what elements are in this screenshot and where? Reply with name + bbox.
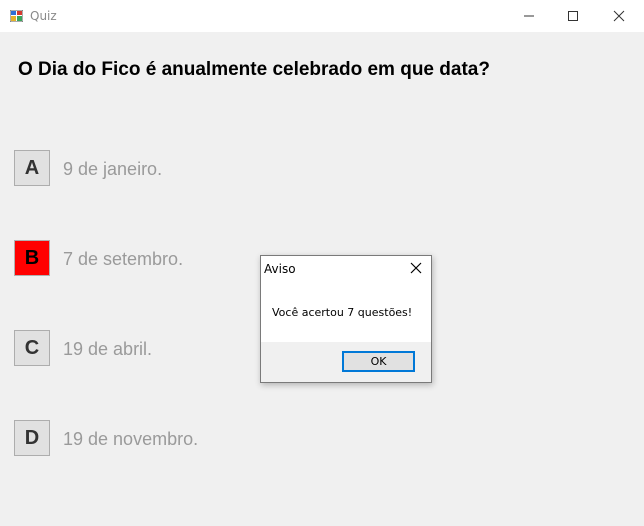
option-a-text: 9 de janeiro.: [63, 159, 163, 179]
dialog-message: Você acertou 7 questões!: [272, 306, 413, 319]
close-icon: [410, 262, 422, 274]
message-dialog: Aviso Você acertou 7 questões! OK: [260, 255, 432, 383]
question-text: O Dia do Fico é anualmente celebrado em …: [18, 59, 490, 80]
window-title: Quiz: [30, 9, 57, 23]
option-a-button[interactable]: A: [14, 150, 50, 186]
option-d-button[interactable]: D: [14, 420, 50, 456]
close-icon: [613, 10, 625, 22]
ok-button[interactable]: OK: [342, 351, 415, 372]
minimize-icon: [524, 15, 534, 17]
maximize-icon: [568, 11, 578, 21]
option-c-button[interactable]: C: [14, 330, 50, 366]
option-d-text: 19 de novembro.: [63, 429, 199, 449]
dialog-footer: OK: [261, 342, 431, 382]
option-b-button[interactable]: B: [14, 240, 50, 276]
minimize-button[interactable]: [506, 0, 552, 32]
option-b-text: 7 de setembro.: [63, 249, 184, 269]
title-bar: Quiz: [0, 0, 644, 32]
app-icon: [10, 10, 23, 22]
dialog-close-button[interactable]: [407, 259, 425, 277]
maximize-button[interactable]: [550, 0, 596, 32]
close-button[interactable]: [596, 0, 642, 32]
dialog-title: Aviso: [264, 262, 296, 276]
option-c-text: 19 de abril.: [63, 339, 153, 359]
